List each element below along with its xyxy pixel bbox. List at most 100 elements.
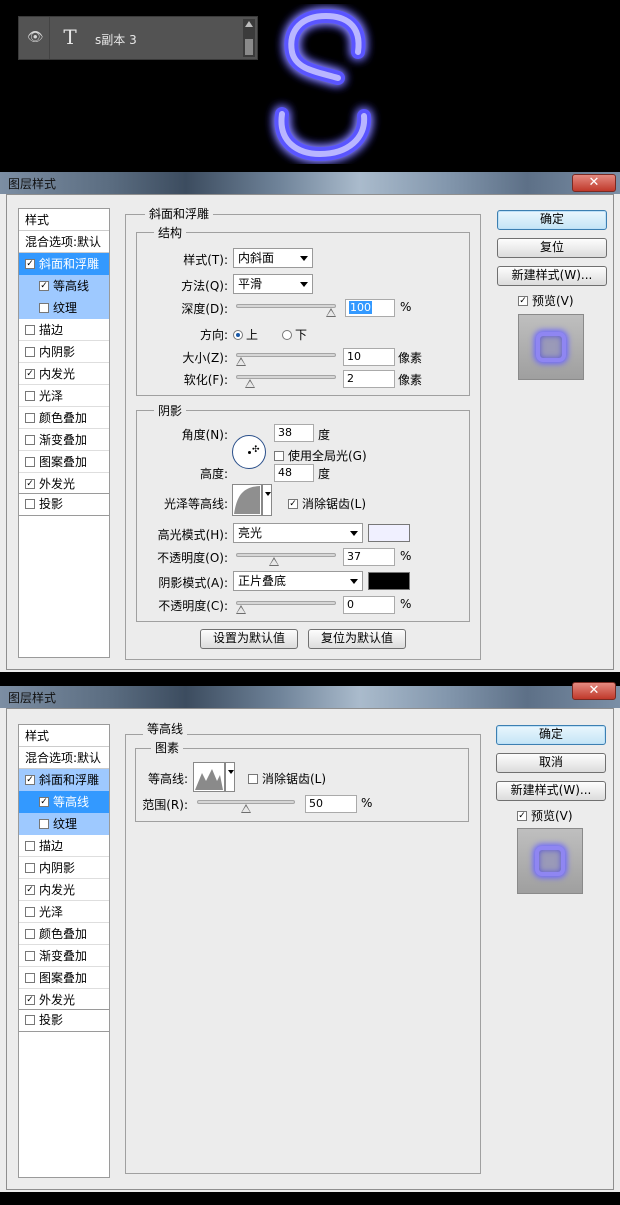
- layers-scrollbar[interactable]: [243, 19, 255, 57]
- style-item-pattern-overlay[interactable]: 图案叠加: [19, 967, 109, 989]
- checkbox-icon[interactable]: [25, 928, 35, 939]
- checkbox-icon[interactable]: [25, 412, 35, 423]
- style-item-outer-glow[interactable]: 外发光: [19, 989, 109, 1011]
- contour-picker[interactable]: [193, 762, 225, 792]
- depth-slider-track[interactable]: [236, 304, 336, 308]
- checkbox-icon[interactable]: [288, 498, 298, 509]
- checkbox-icon[interactable]: [25, 346, 35, 357]
- style-item-contour[interactable]: 等高线: [19, 275, 109, 297]
- opacity-shadow-thumb[interactable]: [236, 605, 246, 614]
- checkbox-icon[interactable]: [517, 810, 527, 821]
- checkbox-icon[interactable]: [25, 498, 35, 509]
- range-input[interactable]: 50: [305, 795, 357, 813]
- style-item-satin[interactable]: 光泽: [19, 385, 109, 407]
- size-slider-track[interactable]: [236, 353, 336, 357]
- checkbox-icon[interactable]: [25, 258, 35, 269]
- shadow-color-swatch[interactable]: [368, 572, 410, 590]
- gloss-contour-picker[interactable]: [232, 484, 262, 516]
- style-item-color-overlay[interactable]: 颜色叠加: [19, 923, 109, 945]
- style-item-contour[interactable]: 等高线: [19, 791, 109, 813]
- direction-down-radio[interactable]: 下: [282, 326, 307, 343]
- style-item-inner-shadow[interactable]: 内阴影: [19, 341, 109, 363]
- contour-dropdown[interactable]: [262, 484, 272, 516]
- checkbox-icon[interactable]: [25, 774, 35, 785]
- close-button[interactable]: ✕: [572, 682, 616, 700]
- style-item-drop-shadow[interactable]: 投影: [18, 1010, 110, 1032]
- reset-button[interactable]: 复位: [497, 238, 607, 258]
- blend-options-item[interactable]: 混合选项:默认: [19, 231, 109, 253]
- checkbox-icon[interactable]: [25, 994, 35, 1005]
- antialias-checkbox[interactable]: 消除锯齿(L): [288, 495, 366, 512]
- style-item-inner-glow[interactable]: 内发光: [19, 363, 109, 385]
- checkbox-icon[interactable]: [25, 390, 35, 401]
- checkbox-icon[interactable]: [248, 773, 258, 784]
- checkbox-icon[interactable]: [25, 972, 35, 983]
- style-item-texture[interactable]: 纹理: [19, 813, 109, 835]
- checkbox-icon[interactable]: [25, 884, 35, 895]
- opacity-shadow-track[interactable]: [236, 601, 336, 605]
- checkbox-icon[interactable]: [39, 302, 49, 313]
- style-item-texture[interactable]: 纹理: [19, 297, 109, 319]
- checkbox-icon[interactable]: [39, 280, 49, 291]
- depth-slider-thumb[interactable]: [326, 308, 336, 317]
- style-item-stroke[interactable]: 描边: [19, 319, 109, 341]
- checkbox-icon[interactable]: [25, 478, 35, 489]
- blend-options-item[interactable]: 混合选项:默认: [19, 747, 109, 769]
- opacity-shadow-input[interactable]: 0: [343, 596, 395, 614]
- global-light-checkbox[interactable]: 使用全局光(G): [274, 447, 367, 464]
- ok-button[interactable]: 确定: [497, 210, 607, 230]
- checkbox-icon[interactable]: [39, 796, 49, 807]
- opacity-highlight-thumb[interactable]: [269, 557, 280, 566]
- dialog-titlebar[interactable]: 图层样式 ✕: [0, 172, 620, 194]
- range-slider-thumb[interactable]: [241, 804, 251, 813]
- direction-up-radio[interactable]: 上: [233, 326, 258, 343]
- style-item-inner-glow[interactable]: 内发光: [19, 879, 109, 901]
- bevel-style-select[interactable]: 内斜面: [233, 248, 313, 268]
- checkbox-icon[interactable]: [25, 434, 35, 445]
- ok-button[interactable]: 确定: [496, 725, 606, 745]
- preview-checkbox[interactable]: 预览(V): [517, 807, 573, 824]
- style-item-drop-shadow[interactable]: 投影: [18, 494, 110, 516]
- depth-input[interactable]: 100: [345, 299, 395, 317]
- highlight-mode-select[interactable]: 亮光: [233, 523, 363, 543]
- new-style-button[interactable]: 新建样式(W)...: [497, 266, 607, 286]
- opacity-highlight-track[interactable]: [236, 553, 336, 557]
- antialias-checkbox[interactable]: 消除锯齿(L): [248, 770, 326, 787]
- checkbox-icon[interactable]: [25, 456, 35, 467]
- angle-input[interactable]: 38: [274, 424, 314, 442]
- cancel-button[interactable]: 取消: [496, 753, 606, 773]
- reset-default-button[interactable]: 复位为默认值: [308, 629, 406, 649]
- radio-icon[interactable]: [282, 329, 292, 340]
- checkbox-icon[interactable]: [274, 450, 284, 461]
- style-item-gradient-overlay[interactable]: 渐变叠加: [19, 945, 109, 967]
- style-item-inner-shadow[interactable]: 内阴影: [19, 857, 109, 879]
- style-item-color-overlay[interactable]: 颜色叠加: [19, 407, 109, 429]
- scroll-thumb[interactable]: [245, 39, 253, 55]
- new-style-button[interactable]: 新建样式(W)...: [496, 781, 606, 801]
- dialog-titlebar[interactable]: 图层样式 ✕: [0, 682, 620, 708]
- styles-header[interactable]: 样式: [19, 209, 109, 231]
- checkbox-icon[interactable]: [39, 818, 49, 829]
- style-item-gradient-overlay[interactable]: 渐变叠加: [19, 429, 109, 451]
- size-input[interactable]: 10: [343, 348, 395, 366]
- style-item-bevel[interactable]: 斜面和浮雕: [19, 769, 109, 791]
- preview-checkbox[interactable]: 预览(V): [518, 292, 574, 309]
- checkbox-icon[interactable]: [25, 906, 35, 917]
- make-default-button[interactable]: 设置为默认值: [200, 629, 298, 649]
- style-item-pattern-overlay[interactable]: 图案叠加: [19, 451, 109, 473]
- soften-input[interactable]: 2: [343, 370, 395, 388]
- size-slider-thumb[interactable]: [236, 357, 246, 366]
- style-item-bevel[interactable]: 斜面和浮雕: [19, 253, 109, 275]
- checkbox-icon[interactable]: [25, 862, 35, 873]
- close-button[interactable]: ✕: [572, 174, 616, 192]
- checkbox-icon[interactable]: [25, 840, 35, 851]
- opacity-highlight-input[interactable]: 37: [343, 548, 395, 566]
- eye-icon[interactable]: 👁: [27, 30, 44, 46]
- style-item-outer-glow[interactable]: 外发光: [19, 473, 109, 495]
- style-item-satin[interactable]: 光泽: [19, 901, 109, 923]
- shadow-mode-select[interactable]: 正片叠底: [233, 571, 363, 591]
- altitude-input[interactable]: 48: [274, 464, 314, 482]
- checkbox-icon[interactable]: [518, 295, 528, 306]
- layer-row[interactable]: 👁 T s副本 3: [18, 16, 258, 60]
- style-item-stroke[interactable]: 描边: [19, 835, 109, 857]
